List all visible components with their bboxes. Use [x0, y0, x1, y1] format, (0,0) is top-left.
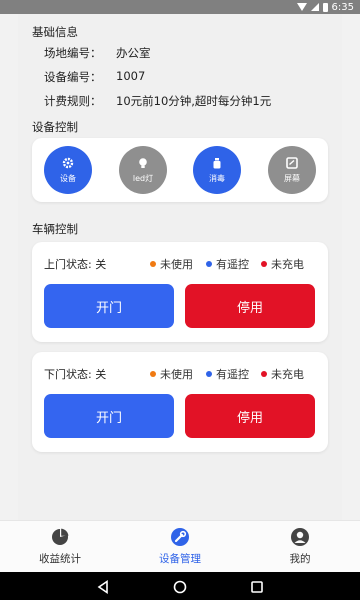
info-label: 场地编号：: [44, 46, 102, 60]
vehicle-control-title: 车辆控制: [32, 222, 78, 236]
legend-label: 未充电: [271, 258, 304, 271]
battery-icon: [322, 2, 328, 12]
door-state-value: 关: [95, 258, 107, 271]
user-icon: [290, 527, 310, 547]
legend-unused: 未使用: [150, 256, 193, 272]
bulb-icon: [137, 157, 149, 169]
door-state-label: 上门状态:: [44, 258, 92, 271]
recents-icon[interactable]: [250, 579, 264, 598]
legend-label: 未充电: [271, 368, 304, 381]
door-state-label: 下门状态:: [44, 368, 92, 381]
back-icon[interactable]: [96, 579, 110, 598]
info-row-billing: 计费规则： 10元前10分钟,超时每分钟1元: [44, 93, 271, 109]
led-button-label: led灯: [132, 173, 154, 183]
red-dot-icon: [261, 371, 267, 377]
info-value: 办公室: [116, 46, 151, 60]
home-icon[interactable]: [173, 579, 187, 598]
lower-door-state: 下门状态: 关: [44, 366, 106, 382]
info-row-device-id: 设备编号： 1007: [44, 69, 145, 85]
upper-disable-button[interactable]: 停用: [185, 284, 315, 328]
orange-dot-icon: [150, 371, 156, 377]
tab-label: 设备管理: [159, 553, 201, 565]
bottom-tab-bar: 收益统计 设备管理 我的: [0, 520, 360, 572]
gear-icon: [62, 157, 74, 169]
legend-remote: 有遥控: [206, 256, 249, 272]
tab-mine[interactable]: 我的: [260, 527, 340, 566]
tab-revenue-stats[interactable]: 收益统计: [20, 527, 100, 566]
pie-chart-icon: [50, 527, 70, 547]
wifi-icon: [296, 3, 307, 11]
info-value: 1007: [116, 69, 146, 83]
status-bar: 6:35: [0, 0, 360, 14]
disinfect-button[interactable]: 消毒: [193, 146, 241, 194]
info-value: 10元前10分钟,超时每分钟1元: [116, 94, 272, 108]
legend-remote: 有遥控: [206, 366, 249, 382]
screen-icon: [286, 156, 298, 169]
blue-dot-icon: [206, 261, 212, 267]
lower-open-door-button[interactable]: 开门: [44, 394, 174, 438]
legend-label: 未使用: [160, 368, 193, 381]
legend-label: 有遥控: [216, 368, 249, 381]
status-time: 6:35: [331, 1, 354, 13]
lower-door-card: 下门状态: 关 未使用 有遥控 未充电 开门 停用: [32, 352, 328, 452]
disinfect-button-label: 消毒: [209, 173, 225, 183]
door-state-value: 关: [95, 368, 107, 381]
device-button[interactable]: 设备: [44, 146, 92, 194]
legend-uncharged: 未充电: [261, 366, 304, 382]
info-label: 设备编号：: [44, 70, 102, 84]
upper-door-card: 上门状态: 关 未使用 有遥控 未充电 开门 停用: [32, 242, 328, 342]
upper-door-state: 上门状态: 关: [44, 256, 106, 272]
orange-dot-icon: [150, 261, 156, 267]
spray-icon: [211, 157, 223, 169]
screen-button[interactable]: 屏幕: [268, 146, 316, 194]
led-button[interactable]: led灯: [119, 146, 167, 194]
legend-label: 未使用: [160, 258, 193, 271]
legend-label: 有遥控: [216, 258, 249, 271]
screen-button-label: 屏幕: [284, 173, 300, 183]
signal-icon: [310, 3, 319, 11]
device-control-title: 设备控制: [32, 120, 78, 134]
info-row-venue: 场地编号： 办公室: [44, 45, 151, 61]
device-control-card: 设备 led灯 消毒 屏幕: [32, 138, 328, 202]
legend-uncharged: 未充电: [261, 256, 304, 272]
red-dot-icon: [261, 261, 267, 267]
basic-info-title: 基础信息: [32, 25, 78, 39]
device-button-label: 设备: [60, 173, 76, 183]
tab-label: 收益统计: [39, 553, 81, 565]
wrench-icon: [170, 527, 190, 547]
lower-disable-button[interactable]: 停用: [185, 394, 315, 438]
tab-device-management[interactable]: 设备管理: [140, 527, 220, 566]
info-label: 计费规则：: [44, 94, 102, 108]
upper-open-door-button[interactable]: 开门: [44, 284, 174, 328]
tab-label: 我的: [289, 553, 311, 565]
legend-unused: 未使用: [150, 366, 193, 382]
system-navigation-bar: [0, 572, 360, 600]
blue-dot-icon: [206, 371, 212, 377]
